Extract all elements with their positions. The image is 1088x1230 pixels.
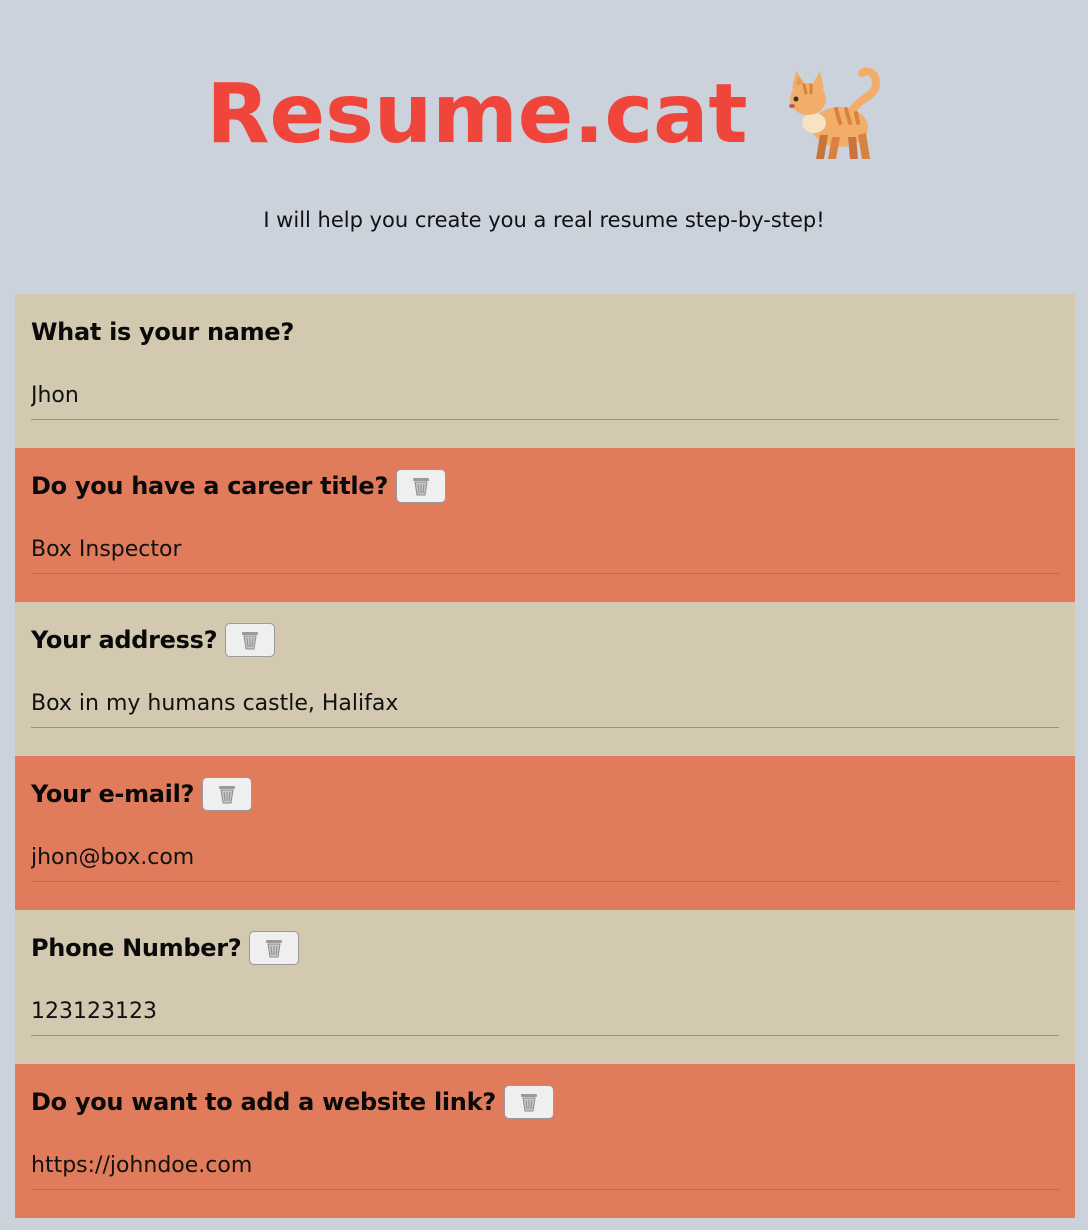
trash-icon xyxy=(219,786,236,804)
delete-phone-button[interactable] xyxy=(249,931,300,965)
question-label: Your address? xyxy=(31,626,218,654)
website-input[interactable] xyxy=(31,1142,1059,1190)
delete-website-button[interactable] xyxy=(503,1085,554,1119)
page-header: Resume.cat I will help you create you a … xyxy=(0,0,1088,294)
trash-icon xyxy=(266,940,283,958)
delete-career-title-button[interactable] xyxy=(395,469,446,503)
question-card-name: What is your name? xyxy=(15,294,1075,448)
address-input[interactable] xyxy=(31,680,1059,728)
trash-icon xyxy=(242,632,259,650)
question-card-career-title: Do you have a career title? xyxy=(15,448,1075,602)
cat-icon xyxy=(788,67,880,159)
question-label: Your e-mail? xyxy=(31,780,195,808)
question-card-website: Do you want to add a website link? xyxy=(15,1064,1075,1218)
question-header: Your address? xyxy=(31,622,276,658)
trash-icon xyxy=(412,478,429,496)
question-header: What is your name? xyxy=(31,314,294,350)
question-label: Phone Number? xyxy=(31,934,242,962)
page-subtitle: I will help you create you a real resume… xyxy=(263,208,825,232)
question-label: Do you have a career title? xyxy=(31,472,388,500)
question-label: What is your name? xyxy=(31,318,294,346)
question-header: Do you want to add a website link? xyxy=(31,1084,554,1120)
question-header: Do you have a career title? xyxy=(31,468,446,504)
question-card-phone: Phone Number? xyxy=(15,910,1075,1064)
trash-icon xyxy=(520,1094,537,1112)
question-card-address: Your address? xyxy=(15,602,1075,756)
email-input[interactable] xyxy=(31,834,1059,882)
name-input[interactable] xyxy=(31,372,1059,420)
career-title-input[interactable] xyxy=(31,526,1059,574)
question-label: Do you want to add a website link? xyxy=(31,1088,496,1116)
app-title: Resume.cat xyxy=(206,67,748,162)
delete-email-button[interactable] xyxy=(202,777,253,811)
question-header: Your e-mail? xyxy=(31,776,253,812)
question-list: What is your name? Do you have a career … xyxy=(15,294,1075,1218)
question-card-email: Your e-mail? xyxy=(15,756,1075,910)
title-row: Resume.cat xyxy=(0,60,1088,170)
delete-address-button[interactable] xyxy=(225,623,276,657)
question-header: Phone Number? xyxy=(31,930,300,966)
phone-input[interactable] xyxy=(31,988,1059,1036)
